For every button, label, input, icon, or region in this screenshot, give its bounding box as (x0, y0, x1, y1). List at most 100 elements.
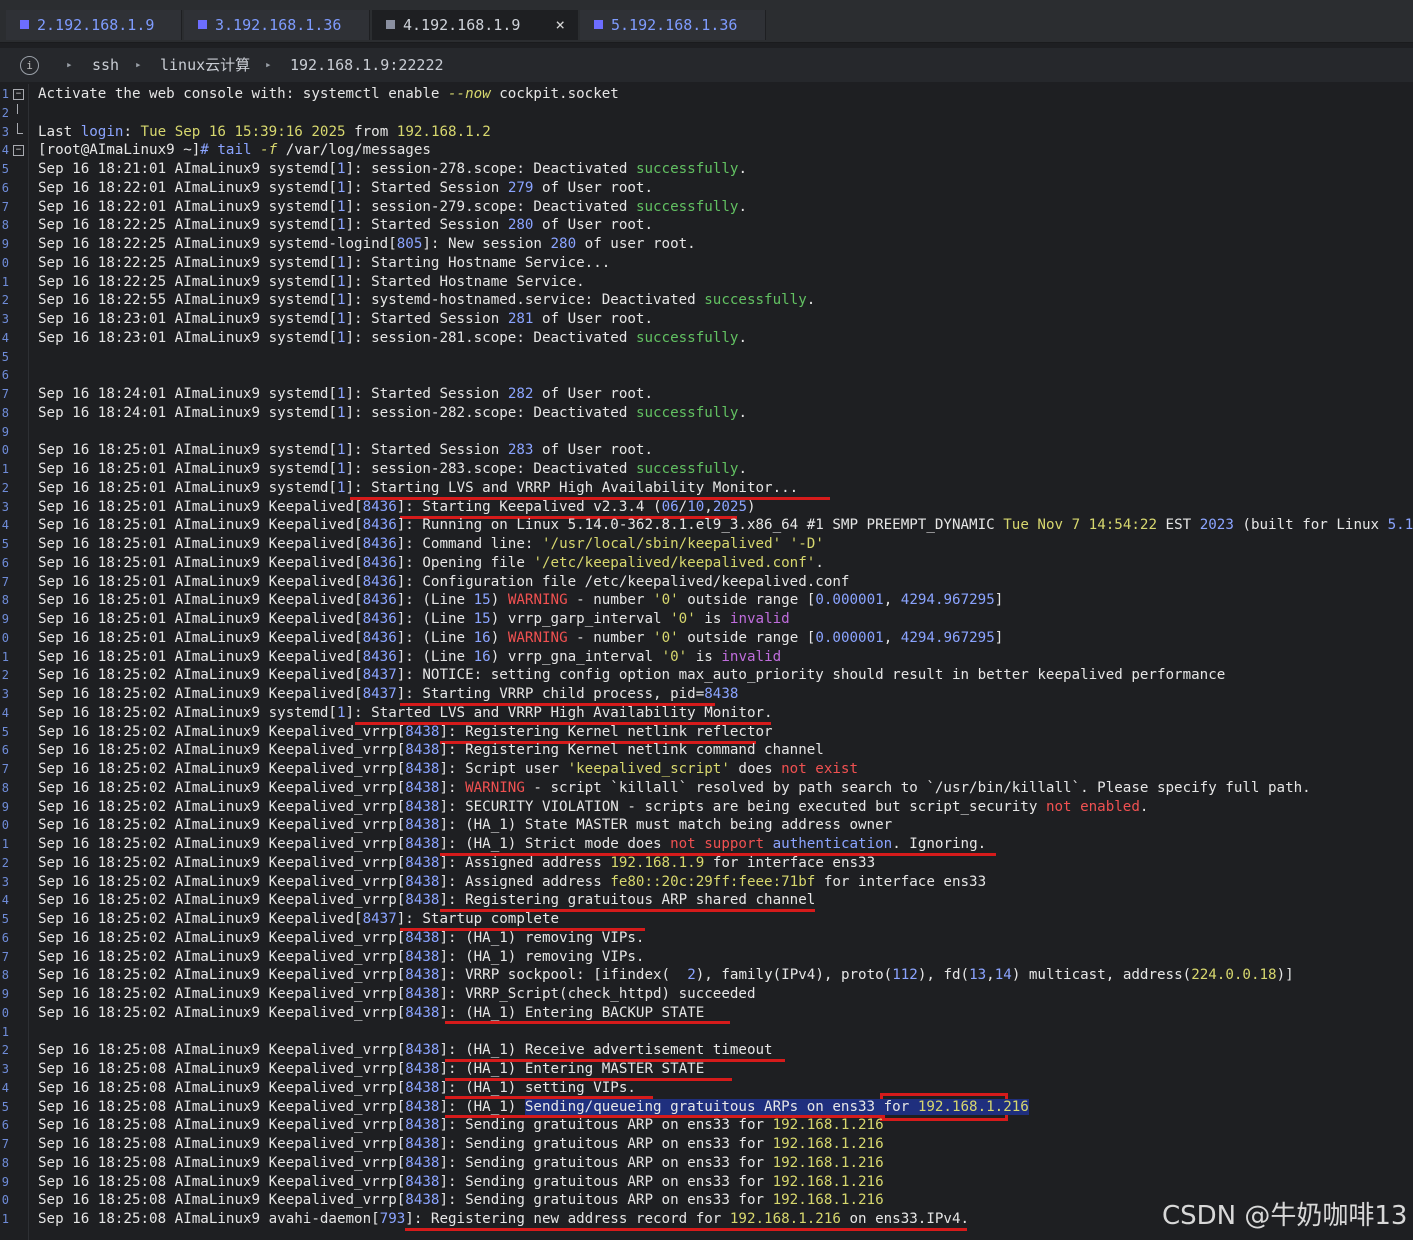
log-line-text: Sep 16 18:25:02 AImaLinux9 Keepalived_vr… (38, 761, 859, 777)
terminal-line: 2 (0, 103, 1413, 123)
line-number: 5 (1, 912, 9, 926)
log-line-text: Sep 16 18:25:02 AImaLinux9 Keepalived_vr… (38, 929, 645, 946)
log-line-text: Sep 16 18:25:08 AImaLinux9 Keepalived_vr… (38, 1173, 884, 1190)
tab-session-4[interactable]: 4.192.168.1.9 × (372, 10, 578, 40)
terminal-line: 6 Sep 16 18:25:02 AImaLinux9 Keepalived_v… (0, 929, 1413, 948)
terminal-line: 3 Sep 16 18:25:08 AImaLinux9 Keepalived_v… (0, 1060, 1413, 1079)
terminal-line: 5 Sep 16 18:25:01 AImaLinux9 Keepalived[8… (0, 535, 1413, 554)
log-line-text: Sep 16 18:25:02 AImaLinux9 systemd[1]: S… (38, 704, 773, 721)
log-line-text: Sep 16 18:22:01 AImaLinux9 systemd[1]: s… (38, 198, 747, 215)
terminal-line: 6 Sep 16 18:25:01 AImaLinux9 Keepalived[8… (0, 554, 1413, 573)
terminal-line: 4 Sep 16 18:25:01 AImaLinux9 Keepalived[8… (0, 516, 1413, 535)
line-number: 4 (1, 518, 9, 533)
terminal-line: 3 Sep 16 18:25:01 AImaLinux9 Keepalived[8… (0, 498, 1413, 517)
line-number: 6 (1, 743, 9, 758)
line-number: 2 (1, 293, 9, 308)
line-number: 5 (1, 1099, 9, 1114)
tab-session-5[interactable]: 5.192.168.1.36 (580, 10, 766, 40)
log-line-text: Sep 16 18:22:01 AImaLinux9 systemd[1]: S… (38, 179, 654, 196)
terminal-line: 8 Sep 16 18:25:01 AImaLinux9 Keepalived[8… (0, 591, 1413, 610)
chevron-right-icon: ▸ (135, 58, 142, 71)
breadcrumb-folder[interactable]: linux云计算 (160, 48, 250, 82)
line-number: 3 (1, 499, 9, 514)
terminal-line: 2 Sep 16 18:25:01 AImaLinux9 systemd[1]: … (0, 479, 1413, 498)
terminal-line: 2 Sep 16 18:25:08 AImaLinux9 Keepalived_v… (0, 1041, 1413, 1060)
log-line-text: Sep 16 18:25:08 AImaLinux9 Keepalived_vr… (38, 1079, 636, 1096)
line-number: 9 (1, 799, 9, 814)
line-number: 6 (1, 555, 9, 570)
terminal-line: 7 Sep 16 18:25:02 AImaLinux9 Keepalived_v… (0, 948, 1413, 967)
log-line-text: Sep 16 18:25:08 AImaLinux9 Keepalived_vr… (38, 1098, 1029, 1115)
log-line-text: Sep 16 18:25:01 AImaLinux9 Keepalived[84… (38, 611, 790, 627)
terminal-line: 5 Sep 16 18:25:02 AImaLinux9 Keepalived_v… (0, 723, 1413, 742)
line-number: 1 (1, 462, 9, 476)
line-number: 8 (1, 593, 9, 608)
line-number: 4 (1, 1080, 9, 1095)
terminal-line: 8 Sep 16 18:25:08 AImaLinux9 Keepalived_v… (0, 1154, 1413, 1173)
terminal-line: 9 Sep 16 18:25:02 AImaLinux9 Keepalived_v… (0, 985, 1413, 1004)
terminal-line: 0 Sep 16 18:25:01 AImaLinux9 Keepalived[8… (0, 629, 1413, 648)
terminal-line: 2 Sep 16 18:25:02 AImaLinux9 Keepalived[8… (0, 666, 1413, 685)
terminal-line: 0 Sep 16 18:22:25 AImaLinux9 systemd[1]: … (0, 254, 1413, 273)
log-line-text: Sep 16 18:25:01 AImaLinux9 Keepalived[84… (38, 592, 1004, 609)
info-icon[interactable]: i (20, 56, 39, 75)
breadcrumb-host[interactable]: 192.168.1.9:22222 (290, 48, 444, 82)
log-line-text: Sep 16 18:25:02 AImaLinux9 Keepalived_vr… (38, 967, 1294, 984)
tab-session-2[interactable]: 2.192.168.1.9 (6, 10, 182, 40)
line-number: 8 (1, 968, 9, 983)
log-line-text: Sep 16 18:25:02 AImaLinux9 Keepalived_vr… (38, 986, 756, 1002)
fold-toggle-icon[interactable]: − (13, 89, 24, 100)
terminal-line: 7 Sep 16 18:25:01 AImaLinux9 Keepalived[8… (0, 573, 1413, 592)
terminal-line: 6 Sep 16 18:25:02 AImaLinux9 Keepalived_v… (0, 741, 1413, 760)
line-number: 9 (1, 612, 9, 626)
fold-toggle-icon[interactable]: − (13, 145, 24, 157)
line-number: 0 (1, 255, 9, 270)
log-line-text: Sep 16 18:24:01 AImaLinux9 systemd[1]: s… (38, 404, 747, 421)
log-line-text: Sep 16 18:25:01 AImaLinux9 Keepalived[84… (38, 498, 756, 515)
line-number: 1 (1, 1212, 9, 1226)
terminal-line: 4 Sep 16 18:25:08 AImaLinux9 Keepalived_v… (0, 1079, 1413, 1098)
log-line-text: Sep 16 18:25:08 AImaLinux9 avahi-daemon[… (38, 1211, 970, 1227)
log-line-text: Sep 16 18:25:01 AImaLinux9 Keepalived[84… (38, 629, 1004, 646)
log-line-text: Sep 16 18:25:08 AImaLinux9 Keepalived_vr… (38, 1061, 705, 1077)
terminal-line: 2 Sep 16 18:25:02 AImaLinux9 Keepalived_v… (0, 854, 1413, 873)
terminal-line: 9 (0, 423, 1413, 442)
terminal-line: 5 (0, 348, 1413, 367)
log-line-text: Sep 16 18:22:25 AImaLinux9 systemd-login… (38, 236, 696, 252)
tab-session-3[interactable]: 3.192.168.1.36 (184, 10, 370, 40)
terminal-line: 7 Sep 16 18:25:02 AImaLinux9 Keepalived_v… (0, 760, 1413, 779)
terminal-line: 5 Sep 16 18:25:08 AImaLinux9 Keepalived_v… (0, 1098, 1413, 1117)
line-number: 3 (1, 1062, 9, 1076)
terminal-line: 4− [root@AImaLinux9 ~]# tail -f /var/log/… (0, 141, 1413, 160)
log-line-text: Activate the web console with: systemctl… (38, 86, 619, 102)
log-line-text: Sep 16 18:22:25 AImaLinux9 systemd[1]: S… (38, 273, 585, 290)
line-number: 2 (1, 855, 9, 870)
terminal-line: 7 Sep 16 18:25:08 AImaLinux9 Keepalived_v… (0, 1135, 1413, 1154)
line-number: 3 (1, 874, 9, 889)
log-line-text: Sep 16 18:25:02 AImaLinux9 Keepalived_vr… (38, 817, 893, 834)
terminal-line: 8 Sep 16 18:25:02 AImaLinux9 Keepalived_v… (0, 779, 1413, 798)
close-icon[interactable]: × (555, 10, 565, 40)
line-number: 8 (1, 780, 9, 795)
line-number: 8 (1, 405, 9, 420)
terminal-line: 6 (0, 366, 1413, 385)
log-line-text: Sep 16 18:25:02 AImaLinux9 Keepalived_vr… (38, 1004, 705, 1021)
terminal-line: 8 Sep 16 18:24:01 AImaLinux9 systemd[1]: … (0, 404, 1413, 423)
terminal-output[interactable]: 1 − Activate the web console with: systemc… (0, 85, 1413, 1240)
log-line-text: [root@AImaLinux9 ~]# tail -f /var/log/me… (38, 142, 431, 159)
terminal-line: 7 Sep 16 18:24:01 AImaLinux9 systemd[1]: … (0, 385, 1413, 404)
terminal-line: 0 Sep 16 18:25:01 AImaLinux9 systemd[1]: … (0, 441, 1413, 460)
line-number: 8 (1, 218, 9, 233)
log-line-text: Sep 16 18:25:08 AImaLinux9 Keepalived_vr… (38, 1117, 884, 1134)
line-number: 2 (1, 105, 9, 120)
line-number: 4 (1, 705, 9, 720)
line-number: 2 (1, 668, 9, 683)
tab-bar: 2.192.168.1.9 3.192.168.1.36 4.192.168.1… (0, 0, 1413, 43)
line-number: 6 (1, 1118, 9, 1133)
log-line-text: Sep 16 18:22:25 AImaLinux9 systemd[1]: S… (38, 254, 611, 271)
line-number: 3 (1, 124, 9, 139)
terminal-line: 1− Activate the web console with: systemc… (0, 85, 1413, 104)
terminal-line: 0 Sep 16 18:25:02 AImaLinux9 Keepalived_v… (0, 1004, 1413, 1023)
line-number: 7 (1, 949, 9, 964)
breadcrumb-ssh[interactable]: ssh (92, 48, 119, 82)
